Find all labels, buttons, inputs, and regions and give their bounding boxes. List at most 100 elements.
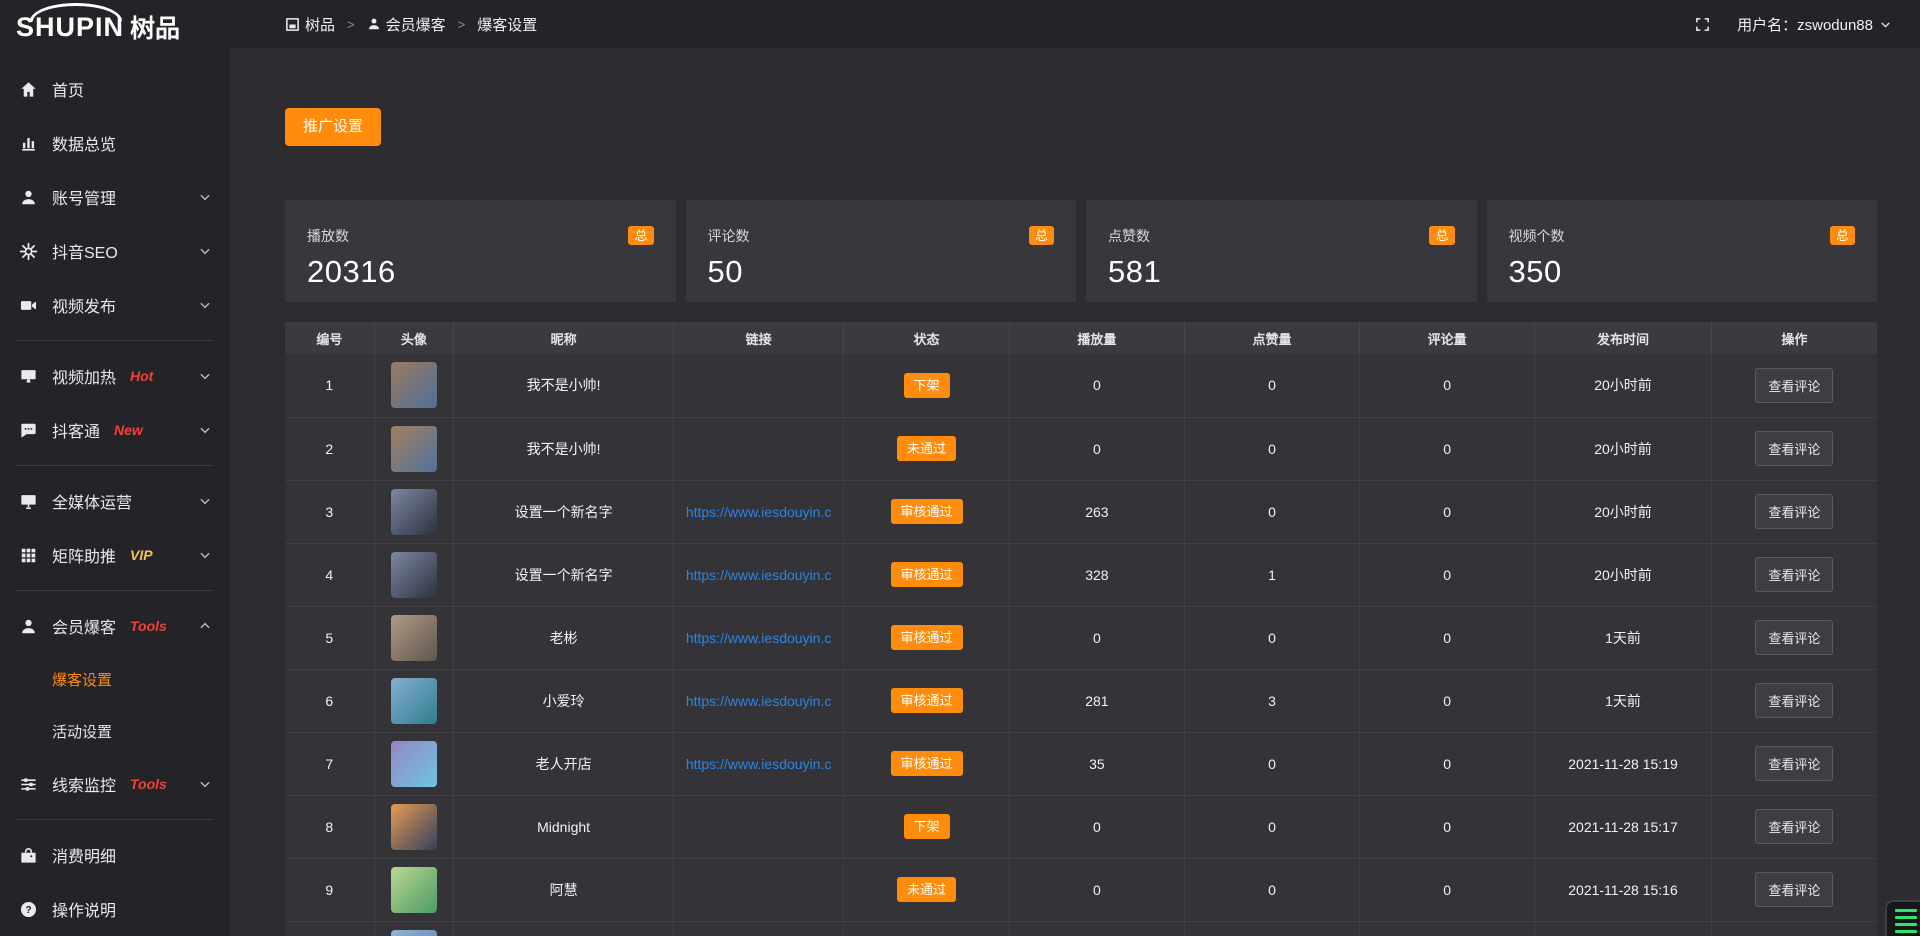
floating-widget[interactable] (1885, 900, 1920, 936)
sidebar-item-account[interactable]: 账号管理 (0, 170, 230, 224)
sidebar-badge: Tools (130, 618, 167, 634)
view-comments-button[interactable]: 查看评论 (1755, 746, 1833, 781)
sidebar-item-label: 抖音SEO (52, 239, 118, 263)
time-cell: 20小时前 (1535, 543, 1712, 606)
sidebar-item-heat[interactable]: 视频加热 Hot (0, 349, 230, 403)
sidebar-item-label: 矩阵助推 (52, 543, 116, 567)
chevron-down-icon (198, 369, 212, 383)
action-cell: 查看评论 (1711, 732, 1877, 795)
sidebar-item-matrix[interactable]: 矩阵助推VIP (0, 528, 230, 582)
status-cell: 未通过 (844, 417, 1010, 480)
comments-cell: 0 (1360, 417, 1535, 480)
likes-cell: 0 (1184, 354, 1359, 417)
view-comments-button[interactable]: 查看评论 (1755, 620, 1833, 655)
plays-cell: 0 (1009, 354, 1184, 417)
stat-card-value: 20316 (307, 254, 654, 290)
avatar (391, 489, 437, 535)
status-badge: 审核通过 (891, 499, 963, 524)
sidebar-item-help[interactable]: ?操作说明 (0, 882, 230, 936)
sidebar-item-label: 消费明细 (52, 843, 116, 867)
video-link[interactable]: https://www.iesdouyin.c (686, 567, 832, 583)
view-comments-button[interactable]: 查看评论 (1755, 557, 1833, 592)
sidebar-item-media[interactable]: 全媒体运营 (0, 474, 230, 528)
view-comments-button[interactable]: 查看评论 (1755, 872, 1833, 907)
fullscreen-icon[interactable] (1694, 16, 1711, 33)
sidebar-item-douketong[interactable]: 抖客通New (0, 403, 230, 457)
row-id-cell: 6 (285, 669, 374, 732)
comments-cell: 0 (1360, 480, 1535, 543)
sidebar-item-label: 操作说明 (52, 897, 116, 921)
plays-cell: 281 (1009, 669, 1184, 732)
status-cell: 审核通过 (844, 543, 1010, 606)
sidebar-item-home[interactable]: 首页 (0, 62, 230, 116)
stat-card-label: 评论数 (708, 226, 1055, 246)
status-cell: 审核通过 (844, 606, 1010, 669)
video-link[interactable]: https://www.iesdouyin.c (686, 504, 832, 520)
sidebar: 首页数据总览账号管理抖音SEO视频发布视频加热Hot抖客通New全媒体运营矩阵助… (0, 48, 230, 936)
likes-cell: 0 (1184, 732, 1359, 795)
breadcrumb-item[interactable]: 会员爆客 (367, 14, 446, 35)
link-cell: https://www.iesdouyin.c (673, 480, 843, 543)
sidebar-subitem-activity-settings[interactable]: 活动设置 (0, 705, 230, 757)
table-row: 7老人开店https://www.iesdouyin.c审核通过35002021… (285, 732, 1877, 795)
widget-line (1895, 916, 1917, 919)
sidebar-item-clues[interactable]: 线索监控Tools (0, 757, 230, 811)
video-link[interactable]: https://www.iesdouyin.c (686, 693, 832, 709)
table-row: 8Midnight下架0002021-11-28 15:17查看评论 (285, 795, 1877, 858)
video-link[interactable]: https://www.iesdouyin.c (686, 756, 832, 772)
chevron-down-icon (198, 423, 212, 437)
view-comments-button[interactable]: 查看评论 (1755, 809, 1833, 844)
comments-cell (1360, 921, 1535, 936)
plays-cell: 263 (1009, 480, 1184, 543)
view-comments-button[interactable]: 查看评论 (1755, 683, 1833, 718)
nickname-cell: 我不是小帅! (454, 417, 674, 480)
nickname-cell: 设置一个新名字 (454, 480, 674, 543)
sidebar-subitem-baoke-settings[interactable]: 爆客设置 (0, 653, 230, 705)
link-cell: https://www.iesdouyin.c (673, 669, 843, 732)
avatar-cell (374, 480, 454, 543)
sidebar-item-seo[interactable]: 抖音SEO (0, 224, 230, 278)
sidebar-item-publish[interactable]: 视频发布 (0, 278, 230, 332)
sidebar-item-label: 数据总览 (52, 131, 116, 155)
stat-card-value: 50 (708, 254, 1055, 290)
avatar-cell (374, 606, 454, 669)
chevron-down-icon (198, 494, 212, 508)
stat-card-label: 点赞数 (1108, 226, 1455, 246)
avatar-cell (374, 732, 454, 795)
row-id-cell (285, 921, 374, 936)
stat-card-value: 350 (1509, 254, 1856, 290)
row-id-cell: 3 (285, 480, 374, 543)
likes-cell: 0 (1184, 417, 1359, 480)
chevron-up-icon (198, 619, 212, 633)
status-cell: 审核通过 (844, 480, 1010, 543)
breadcrumb-item[interactable]: 爆客设置 (477, 14, 537, 35)
video-link[interactable]: https://www.iesdouyin.c (686, 630, 832, 646)
sidebar-item-member[interactable]: 会员爆客Tools (0, 599, 230, 653)
status-badge: 未通过 (897, 436, 956, 461)
comments-cell: 0 (1360, 543, 1535, 606)
promo-settings-button[interactable]: 推广设置 (285, 108, 381, 146)
view-comments-button[interactable]: 查看评论 (1755, 431, 1833, 466)
sidebar-item-consume[interactable]: 消费明细 (0, 828, 230, 882)
sidebar-item-label: 视频加热 (52, 364, 116, 388)
breadcrumb-item[interactable]: 树品 (285, 14, 335, 35)
sidebar-badge: Hot (130, 368, 153, 384)
sidebar-divider (16, 465, 214, 466)
avatar (391, 930, 437, 936)
link-cell (673, 795, 843, 858)
sidebar-item-overview[interactable]: 数据总览 (0, 116, 230, 170)
app-logo[interactable]: SHUPIN 树品 (0, 0, 230, 48)
nickname-cell: 老人开店 (454, 732, 674, 795)
row-id-cell: 9 (285, 858, 374, 921)
time-cell: 2021-11-28 15:19 (1535, 732, 1712, 795)
avatar (391, 867, 437, 913)
view-comments-button[interactable]: 查看评论 (1755, 494, 1833, 529)
action-cell: 查看评论 (1711, 417, 1877, 480)
view-comments-button[interactable]: 查看评论 (1755, 368, 1833, 403)
plays-cell: 0 (1009, 606, 1184, 669)
column-header: 状态 (844, 322, 1010, 354)
member-icon (18, 616, 38, 636)
avatar-cell (374, 354, 454, 417)
video-camera-icon (18, 295, 38, 315)
user-menu[interactable]: 用户名：zswodun88 (1737, 14, 1892, 35)
